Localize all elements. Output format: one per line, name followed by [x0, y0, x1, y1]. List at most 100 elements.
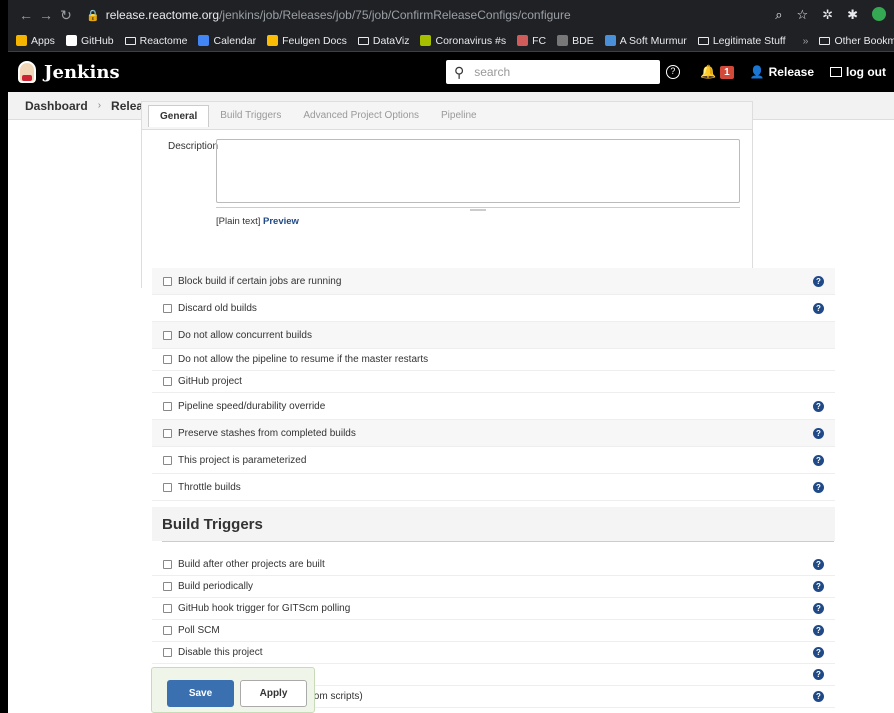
search-input[interactable]: ⚲ search	[445, 60, 660, 84]
checkbox[interactable]	[163, 276, 172, 286]
option-label[interactable]: Discard old builds	[178, 303, 257, 314]
folder-icon	[697, 36, 709, 45]
other-bookmarks[interactable]: Other Bookmarks	[819, 35, 894, 47]
option-label[interactable]: Block build if certain jobs are running	[178, 276, 341, 287]
option-label[interactable]: Build after other projects are built	[178, 559, 325, 570]
tab-general[interactable]: General	[148, 104, 210, 127]
puzzle-icon[interactable]: ✱	[847, 7, 858, 23]
help-icon[interactable]: ?	[813, 581, 824, 592]
tab-advanced-project-options[interactable]: Advanced Project Options	[292, 105, 430, 127]
bookmark-label: Calendar	[213, 34, 257, 47]
zoom-icon[interactable]: ⌕	[775, 7, 782, 23]
option-label[interactable]: Preserve stashes from completed builds	[178, 428, 356, 439]
bookmark-item[interactable]: Apps	[16, 35, 55, 47]
forward-icon[interactable]: →	[36, 7, 56, 23]
breadcrumb-item[interactable]: Dashboard	[25, 99, 88, 113]
bookmarks-bar: Apps GitHub Reactome Calendar Feulgen Docs Da…	[8, 30, 894, 52]
option-row: Discard old builds?	[152, 295, 835, 322]
option-label[interactable]: Poll SCM	[178, 625, 220, 636]
option-label[interactable]: Do not allow concurrent builds	[178, 330, 312, 341]
description-format: [Plain text] Preview	[216, 216, 299, 227]
bookmarks-overflow-icon[interactable]: »	[803, 35, 809, 47]
help-icon[interactable]: ?	[813, 647, 824, 658]
bookmark-item[interactable]: DataViz	[357, 34, 410, 47]
checkbox[interactable]	[163, 560, 172, 569]
help-icon[interactable]: ?	[813, 625, 824, 636]
checkbox[interactable]	[163, 355, 172, 364]
checkbox[interactable]	[163, 455, 172, 465]
tab-pipeline[interactable]: Pipeline	[430, 105, 488, 127]
option-label[interactable]: Pipeline speed/durability override	[178, 401, 325, 412]
search-placeholder: search	[474, 65, 511, 79]
notification-badge[interactable]: 1	[720, 65, 734, 79]
checkbox[interactable]	[163, 401, 172, 411]
option-label[interactable]: GitHub project	[178, 376, 242, 387]
help-icon[interactable]: ?	[665, 65, 680, 79]
help-icon[interactable]: ?	[813, 559, 824, 570]
help-icon[interactable]: ?	[813, 275, 824, 287]
bookmark-item[interactable]: A Soft Murmur	[604, 35, 687, 47]
logout-label: log out	[846, 65, 886, 79]
option-label[interactable]: GitHub hook trigger for GITScm polling	[178, 603, 350, 614]
checkbox[interactable]	[163, 648, 172, 657]
option-label[interactable]: Do not allow the pipeline to resume if t…	[178, 354, 428, 365]
bookmark-item[interactable]: Reactome	[124, 35, 187, 47]
reload-icon[interactable]: ↻	[56, 7, 76, 24]
app-title[interactable]: Jenkins	[44, 62, 120, 83]
help-icon[interactable]: ?	[813, 427, 824, 439]
logout-link[interactable]: log out	[830, 65, 886, 79]
checkbox[interactable]	[163, 482, 172, 492]
checkbox[interactable]	[163, 330, 172, 340]
save-button[interactable]: Save	[167, 680, 234, 707]
help-icon[interactable]: ?	[813, 669, 824, 680]
browser-toolbar: ← → ↻ 🔒 release.reactome.org/jenkins/job…	[8, 0, 894, 30]
bookmark-item[interactable]: Coronavirus #s	[420, 35, 506, 47]
bookmark-item[interactable]: Calendar	[198, 35, 256, 47]
option-label[interactable]: This project is parameterized	[178, 455, 306, 466]
preview-link[interactable]: Preview	[263, 216, 299, 227]
folder-icon	[124, 36, 136, 45]
option-row: Poll SCM?	[152, 620, 835, 642]
bookmark-item[interactable]: GitHub	[65, 35, 114, 47]
help-icon[interactable]: ?	[813, 603, 824, 614]
checkbox[interactable]	[163, 377, 172, 386]
help-icon[interactable]: ?	[813, 691, 824, 702]
browser-actions: ⌕ ☆ ✲ ✱	[775, 7, 894, 23]
user-name: Release	[768, 65, 815, 79]
bookmark-label: DataViz	[372, 34, 410, 47]
option-row: This project is parameterized?	[152, 447, 835, 474]
back-icon[interactable]: ←	[16, 7, 36, 23]
checkbox[interactable]	[163, 604, 172, 613]
textarea-resize-handle[interactable]	[216, 207, 740, 211]
bookmark-label: Coronavirus #s	[435, 34, 507, 47]
extension-icon[interactable]: ✲	[822, 7, 833, 23]
option-label[interactable]: Disable this project	[178, 647, 262, 658]
bookmark-item[interactable]: BDE	[557, 35, 594, 47]
jenkins-logo-icon[interactable]	[18, 61, 36, 83]
user-link[interactable]: 👤 Release	[750, 65, 814, 79]
option-row: Build after other projects are built?	[152, 554, 835, 576]
star-icon[interactable]: ☆	[797, 7, 809, 23]
checkbox[interactable]	[163, 582, 172, 591]
bookmark-item[interactable]: Legitimate Stuff	[697, 35, 786, 47]
profile-avatar-icon[interactable]	[872, 7, 886, 21]
save-apply-bar: Save Apply	[151, 667, 315, 713]
help-icon[interactable]: ?	[813, 302, 824, 314]
bell-icon[interactable]: 🔔	[700, 64, 716, 80]
option-label[interactable]: Throttle builds	[178, 482, 241, 493]
checkbox[interactable]	[163, 303, 172, 313]
tab-build-triggers[interactable]: Build Triggers	[209, 105, 292, 127]
bookmark-item[interactable]: Feulgen Docs	[267, 35, 347, 47]
other-bookmarks-label: Other Bookmarks	[834, 34, 894, 47]
address-bar[interactable]: 🔒 release.reactome.org/jenkins/job/Relea…	[86, 8, 775, 22]
apps-grid-icon	[16, 35, 27, 46]
option-label[interactable]: Build periodically	[178, 581, 253, 592]
description-textarea[interactable]	[216, 139, 740, 203]
checkbox[interactable]	[163, 428, 172, 438]
help-icon[interactable]: ?	[813, 400, 824, 412]
help-icon[interactable]: ?	[813, 481, 824, 493]
apply-button[interactable]: Apply	[240, 680, 307, 707]
bookmark-item[interactable]: FC	[517, 35, 546, 47]
help-icon[interactable]: ?	[813, 454, 824, 466]
checkbox[interactable]	[163, 626, 172, 635]
